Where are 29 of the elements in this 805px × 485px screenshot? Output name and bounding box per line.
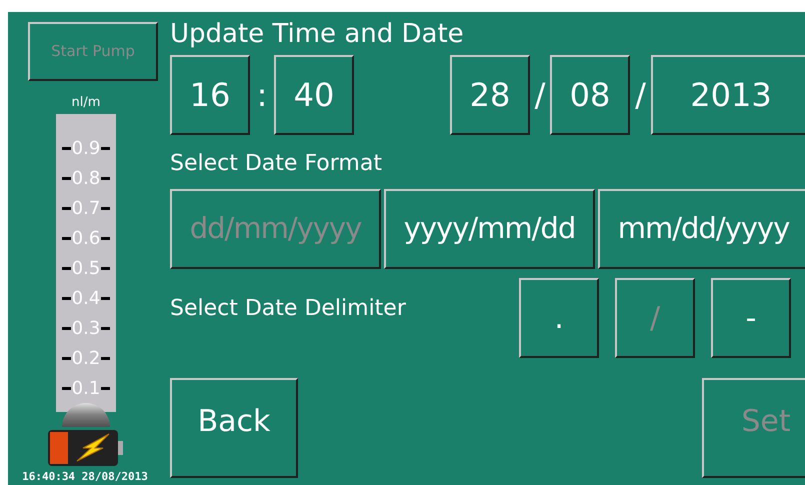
scale-label: 0.9 xyxy=(70,140,102,158)
minutes-field[interactable]: 40 xyxy=(274,55,354,135)
delimiter-button[interactable]: . xyxy=(519,278,599,358)
scale-label: 0.3 xyxy=(70,320,102,338)
hours-field[interactable]: 16 xyxy=(170,55,250,135)
scale-label: 0.8 xyxy=(70,170,102,188)
scale-label: 0.4 xyxy=(70,290,102,308)
scale-label: 0.5 xyxy=(70,260,102,278)
timestamp: 16:40:34 28/08/2013 xyxy=(22,468,148,484)
section-label: Select Date Delimiter xyxy=(170,295,407,323)
scale-label: 0.7 xyxy=(70,200,102,218)
month-field[interactable]: 08 xyxy=(550,55,630,135)
time-separator: : xyxy=(256,75,268,116)
back-button[interactable]: Back xyxy=(170,378,298,478)
gauge-thumb[interactable] xyxy=(62,402,110,427)
year-field[interactable]: 2013 xyxy=(651,55,805,135)
unit-label: nl/m xyxy=(72,94,100,112)
scale-label: 0.6 xyxy=(70,230,102,248)
date-format-button[interactable]: mm/dd/yyyy xyxy=(598,189,805,269)
date-separator: / xyxy=(634,75,647,116)
day-field[interactable]: 28 xyxy=(450,55,530,135)
delimiter-button[interactable]: - xyxy=(711,278,791,358)
page-title: Update Time and Date xyxy=(170,18,465,51)
date-format-button[interactable]: yyyy/mm/dd xyxy=(384,189,595,269)
battery-charging-icon xyxy=(47,428,125,468)
section-label: Select Date Format xyxy=(170,150,383,177)
date-separator: / xyxy=(534,75,546,116)
scale-label: 0.2 xyxy=(70,350,102,368)
scale-label: 0.1 xyxy=(70,380,102,398)
